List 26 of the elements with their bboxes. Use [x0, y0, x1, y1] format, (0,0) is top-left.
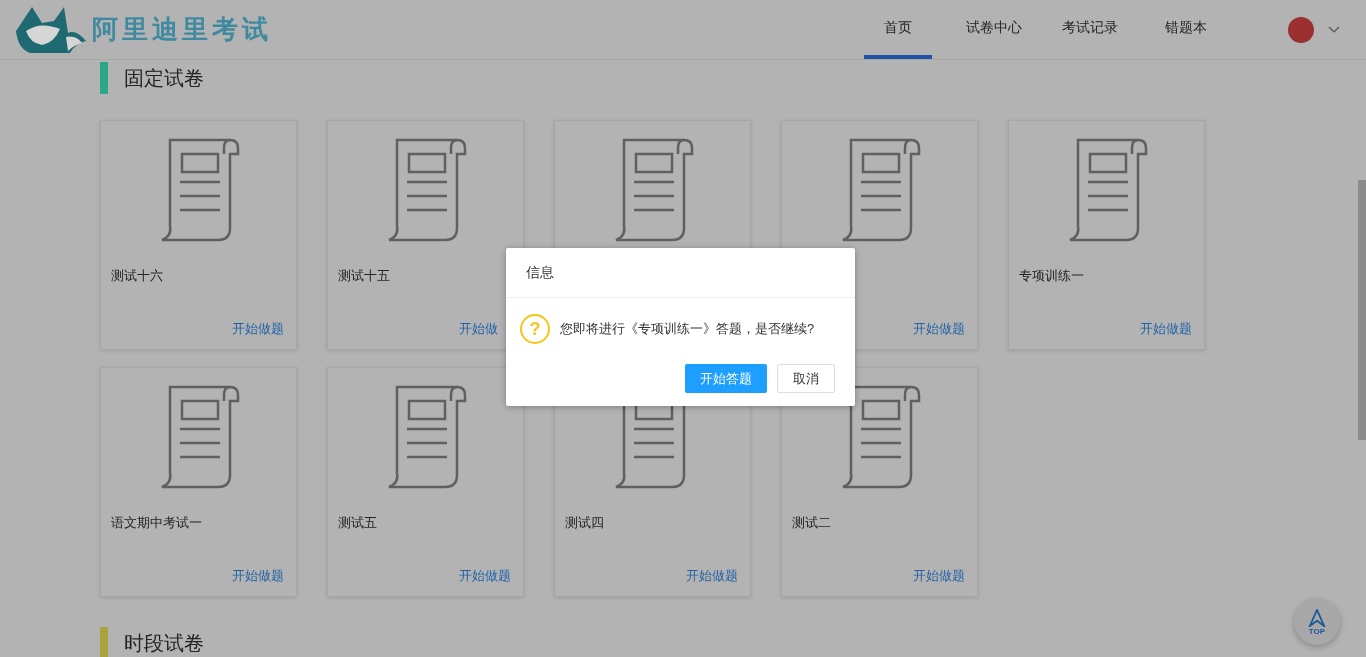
nav-tab[interactable]: 考试记录 [1056, 0, 1124, 59]
exam-title: 测试四 [565, 513, 604, 532]
exam-title: 测试二 [792, 513, 831, 532]
section-title: 固定试卷 [124, 66, 204, 91]
exam-card[interactable]: 测试五 开始做题 [327, 367, 524, 597]
cancel-button[interactable]: 取消 [777, 364, 835, 393]
dialog-title: 信息 [526, 263, 554, 282]
section-title: 时段试卷 [124, 631, 204, 656]
exam-title: 测试十六 [111, 266, 163, 285]
scrollbar[interactable] [1358, 180, 1366, 440]
exam-card[interactable]: 语文期中考试一 开始做题 [100, 367, 297, 597]
nav-tab[interactable]: 首页 [864, 0, 932, 59]
nav-tab[interactable]: 错题本 [1152, 0, 1220, 59]
nav-tab[interactable]: 试卷中心 [960, 0, 1028, 59]
exam-title: 专项训练一 [1019, 266, 1084, 285]
question-icon: ? [520, 314, 550, 344]
user-avatar[interactable] [1288, 16, 1314, 43]
logo-text: 阿里迪里考试 [92, 13, 272, 46]
exam-card[interactable]: 专项训练一 开始做题 [1008, 120, 1205, 350]
exam-title: 语文期中考试一 [111, 513, 202, 532]
exam-title: 测试五 [338, 513, 377, 532]
arrow-up-icon [1308, 608, 1326, 627]
exam-card[interactable]: 测试十六 开始做题 [100, 120, 297, 350]
exam-title: 测试十五 [338, 266, 390, 285]
exam-card[interactable]: 测试十五 开始做 [327, 120, 524, 350]
chevron-down-icon[interactable] [1328, 25, 1340, 34]
